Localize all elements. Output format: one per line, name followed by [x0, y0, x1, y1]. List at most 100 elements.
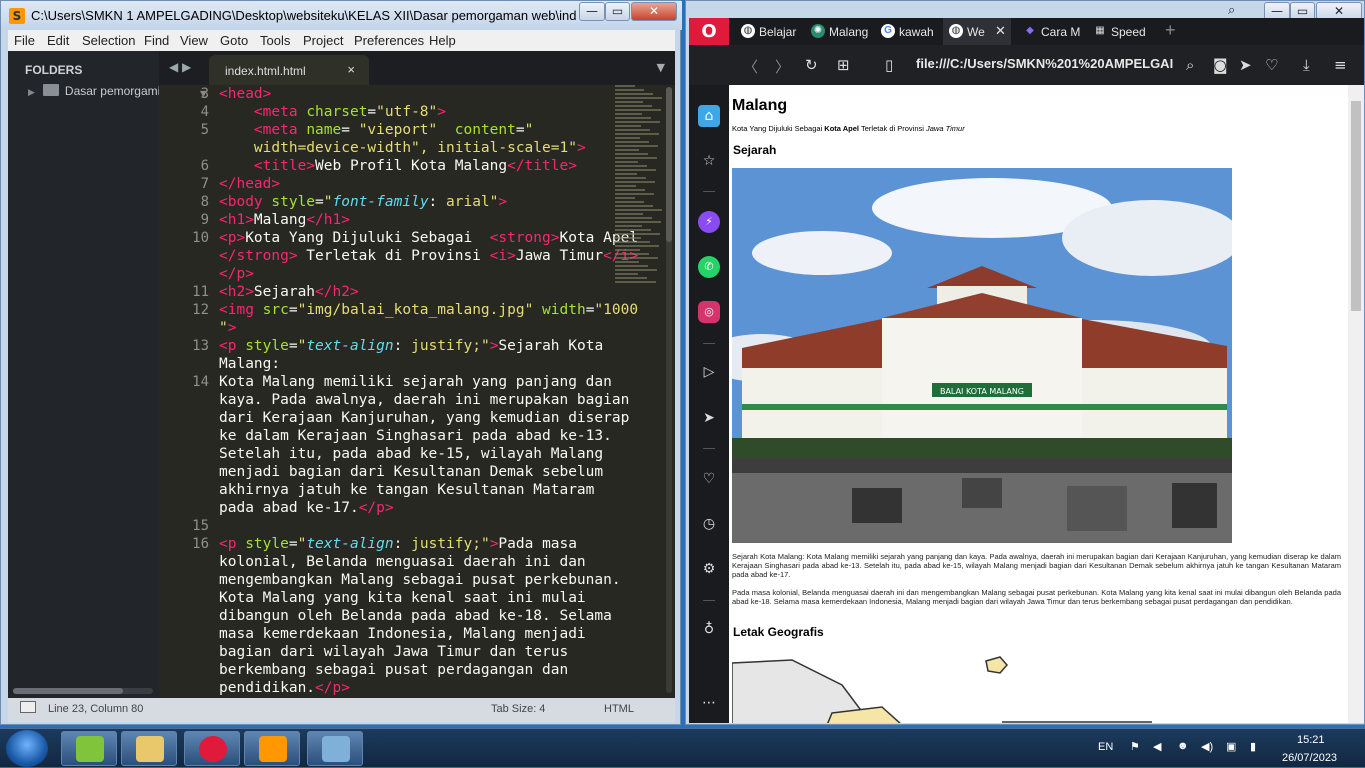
menu-help[interactable]: Help — [429, 33, 456, 48]
messenger-icon[interactable]: ⚡ — [698, 211, 720, 233]
send-icon[interactable]: ➤ — [1239, 56, 1252, 74]
tab-cara[interactable]: ◆ Cara M — [1017, 18, 1081, 45]
code-line[interactable]: <p style="text-align: justify;">Pada mas… — [219, 535, 577, 553]
home-icon[interactable]: ⌂ — [698, 105, 720, 127]
menu-file[interactable]: File — [14, 33, 35, 48]
minimap[interactable] — [615, 85, 663, 295]
code-line[interactable]: akhirnya jatuh ke tangan Kesultanan Mata… — [219, 481, 594, 499]
clock-time[interactable]: 15:21 — [1297, 734, 1325, 746]
forward-icon[interactable]: 〉 — [775, 56, 790, 77]
reload-icon[interactable]: ↻ — [805, 56, 818, 74]
tab-dropdown-icon[interactable]: ▼ — [657, 61, 665, 74]
code-line[interactable]: <p>Kota Yang Dijuluki Sebagai <strong>Ko… — [219, 229, 638, 247]
code-line[interactable]: <h1>Malang</h1> — [219, 211, 350, 229]
taskbar-explorer[interactable] — [121, 731, 177, 766]
opera-search-icon[interactable]: ⌕ — [1228, 3, 1244, 18]
sidebar-scrollbar[interactable] — [13, 688, 153, 694]
menu-edit[interactable]: Edit — [47, 33, 69, 48]
code-line[interactable]: Kota Malang yang kita kenal saat ini mul… — [219, 589, 586, 607]
code-line[interactable]: pendidikan.</p> — [219, 679, 350, 697]
folder-item[interactable]: ▶ Dasar pemorgami — [28, 84, 160, 98]
code-line[interactable]: <meta name= "vieport" content=" — [219, 121, 533, 139]
tab-belajar[interactable]: ◍ Belajar — [735, 18, 799, 45]
code-line[interactable]: width=device-width", initial-scale=1"> — [219, 139, 586, 157]
flag-icon[interactable]: ⚑ — [1130, 740, 1140, 753]
network-icon[interactable]: ☻ — [1177, 740, 1189, 752]
code-line[interactable]: bagian dari wilayah Jawa Timur dan terus — [219, 643, 568, 661]
code-line[interactable]: masa kemerdekaan Indonesia, Malang menja… — [219, 625, 586, 643]
taskbar-app-1[interactable] — [61, 731, 117, 766]
page-scrollbar[interactable] — [1348, 85, 1364, 723]
fold-arrow-icon[interactable]: ▼ — [200, 85, 207, 103]
clock-date[interactable]: 26/07/2023 — [1282, 752, 1337, 764]
back-icon[interactable]: 〈 — [743, 56, 758, 77]
player-icon[interactable]: ▷ — [698, 361, 720, 383]
code-line[interactable]: berkembang sebagai pusat perdagangan dan — [219, 661, 568, 679]
code-line[interactable]: Kota Malang memiliki sejarah yang panjan… — [219, 373, 612, 391]
code-line[interactable]: pada abad ke-17.</p> — [219, 499, 394, 517]
code-line[interactable]: dari Kerajaan Kanjuruhan, yang kemudian … — [219, 409, 629, 427]
tabs-grid-icon[interactable]: ⊞ — [837, 56, 850, 74]
tab-index-html[interactable]: index.html.html × — [209, 55, 369, 85]
language-indicator[interactable]: EN — [1098, 741, 1113, 753]
menu-view[interactable]: View — [180, 33, 208, 48]
taskbar-opera[interactable] — [184, 731, 240, 766]
search-icon[interactable]: ⌕ — [1186, 56, 1194, 74]
tab-close-icon[interactable]: × — [347, 62, 355, 77]
new-tab-button[interactable]: + — [1165, 18, 1185, 45]
code-line[interactable]: kolonial, Belanda menguasai daerah ini d… — [219, 553, 586, 571]
close-button[interactable]: ✕ — [631, 2, 677, 21]
sublime-tray-icon[interactable]: ▣ — [1226, 740, 1236, 753]
expand-arrow-icon[interactable]: ▶ — [28, 87, 35, 97]
minimize-button[interactable]: — — [579, 2, 605, 21]
menu-goto[interactable]: Goto — [220, 33, 248, 48]
code-line[interactable]: ke dalam Kerajaan Singhasari pada abad k… — [219, 427, 612, 445]
tab-web-active[interactable]: ◍ We ✕ — [943, 18, 1011, 45]
heart-icon[interactable]: ♡ — [1265, 56, 1278, 74]
menu-selection[interactable]: Selection — [82, 33, 135, 48]
code-editor[interactable]: 3 4 5 6 7 8 9 10 11 12 13 14 15 16 <head> <meta chars… — [159, 85, 675, 698]
editor-scrollbar[interactable] — [666, 87, 672, 693]
panel-toggle-icon[interactable] — [20, 701, 36, 713]
history-icon[interactable]: ◷ — [698, 513, 720, 535]
syntax-mode[interactable]: HTML — [604, 703, 634, 715]
menu-project[interactable]: Project — [303, 33, 343, 48]
tab-close-icon[interactable]: ✕ — [995, 23, 1006, 39]
speaker-muted-icon[interactable]: ◀ — [1153, 740, 1161, 753]
menu-tools[interactable]: Tools — [260, 33, 290, 48]
tab-speed-dial[interactable]: ▦ Speed — [1087, 18, 1155, 45]
code-line[interactable]: <meta charset="utf-8"> — [219, 103, 446, 121]
menu-preferences[interactable]: Preferences — [354, 33, 424, 48]
code-line[interactable]: <title>Web Profil Kota Malang</title> — [219, 157, 577, 175]
maximize-button[interactable]: ▭ — [605, 2, 630, 21]
menu-lines-icon[interactable]: ≡ — [1334, 56, 1347, 74]
code-line[interactable]: <h2>Sejarah</h2> — [219, 283, 359, 301]
tab-size[interactable]: Tab Size: 4 — [491, 703, 545, 715]
download-icon[interactable]: ⤓ — [1303, 56, 1310, 74]
whatsapp-icon[interactable]: ✆ — [698, 256, 720, 278]
url-field[interactable]: file:///C:/Users/SMKN%201%20AMPELGAI — [916, 56, 1173, 71]
code-line[interactable]: </strong> Terletak di Provinsi <i>Jawa T… — [219, 247, 638, 265]
code-line[interactable]: </p> — [219, 265, 254, 283]
star-icon[interactable]: ☆ — [698, 150, 720, 172]
battery-icon[interactable]: ▮ — [1250, 740, 1256, 753]
code-line[interactable]: <p style="text-align: justify;">Sejarah … — [219, 337, 603, 355]
more-icon[interactable]: ⋯ — [698, 692, 720, 714]
code-line[interactable]: Setelah itu, pada abad ke-15, wilayah Ma… — [219, 445, 603, 463]
code-line[interactable]: menjadi bagian dari Kesultanan Demak seb… — [219, 463, 603, 481]
code-line[interactable]: </head> — [219, 175, 280, 193]
code-line[interactable]: <head> — [219, 85, 271, 103]
code-line[interactable]: <body style="font-family: arial"> — [219, 193, 507, 211]
tab-malang[interactable]: ✺ Malang — [805, 18, 869, 45]
taskbar-sublime[interactable] — [244, 731, 300, 766]
tab-kawah[interactable]: Gkawah — [875, 18, 939, 45]
volume-icon[interactable]: ◀) — [1201, 740, 1213, 753]
bulb-icon[interactable]: ♁ — [698, 618, 720, 640]
taskbar-photo[interactable] — [307, 731, 363, 766]
send-sidebar-icon[interactable]: ➤ — [698, 407, 720, 429]
menu-find[interactable]: Find — [144, 33, 169, 48]
tab-nav-arrows-icon[interactable]: ◀ ▶ — [169, 60, 191, 74]
code-line[interactable]: mengembangkan Malang sebagai pusat perke… — [219, 571, 621, 589]
instagram-icon[interactable]: ◎ — [698, 301, 720, 323]
code-line[interactable]: Malang: — [219, 355, 280, 373]
